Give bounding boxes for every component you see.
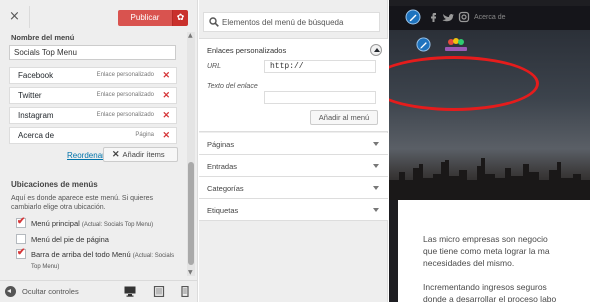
menu-item[interactable]: Acerca de Página ✕ — [9, 127, 177, 144]
menu-item[interactable]: Twitter Enlace personalizado ✕ — [9, 87, 177, 104]
menu-locations-description: Aquí es donde aparece este menú. Si quie… — [11, 195, 154, 211]
menu-item[interactable]: Instagram Enlace personalizado ✕ — [9, 107, 177, 124]
menu-item[interactable]: Facebook Enlace personalizado ✕ — [9, 67, 177, 84]
about-link[interactable]: Acerca de — [474, 14, 506, 21]
paragraph-line: que tiene como meta lograr la ma — [423, 246, 550, 256]
site-logo[interactable] — [442, 37, 470, 53]
reorder-link[interactable]: Reordenar — [67, 151, 105, 160]
menu-item-type: Página — [135, 132, 154, 138]
link-text-label: Texto del enlace — [207, 83, 258, 90]
paragraph-line: necesidades del mismo. — [423, 258, 515, 268]
paragraph-line: Incrementando ingresos seguros — [423, 282, 547, 292]
remove-icon[interactable]: ✕ — [162, 110, 170, 121]
paragraph-line: Las micro empresas son negocio — [423, 234, 548, 244]
checkmark-icon: ✔ — [17, 216, 26, 227]
hero-banner — [389, 30, 590, 200]
section-categories[interactable]: Categorías — [199, 177, 388, 199]
url-field[interactable] — [264, 60, 376, 73]
paragraph-line: donde a desarrollar el proceso labo — [423, 294, 557, 302]
edit-shortcut-icon[interactable] — [405, 9, 421, 25]
scrollbar-thumb[interactable] — [188, 162, 194, 265]
custom-links-title[interactable]: Enlaces personalizados — [207, 46, 286, 55]
add-items-button[interactable]: ✕ Añadir ítems — [103, 147, 178, 162]
close-icon: × — [9, 9, 20, 24]
tablet-icon[interactable] — [153, 286, 165, 297]
url-label: URL — [207, 63, 222, 70]
custom-links-section: Enlaces personalizados URL Texto del enl… — [199, 38, 388, 132]
location-current: (Actual: Socials Top Menu) — [81, 222, 154, 228]
menu-item-search[interactable] — [203, 12, 380, 32]
panel-header: × Publicar ✿ — [0, 4, 197, 28]
close-icon: ✕ — [112, 149, 120, 159]
menu-item-title: Twitter — [18, 91, 42, 100]
location-label: Barra de arriba del todo Menú — [31, 250, 131, 259]
content-card: Las micro empresas son negocio que tiene… — [398, 200, 590, 302]
menu-settings: Nombre del menú Socials Top Menu Faceboo… — [0, 30, 186, 278]
add-to-menu-button[interactable]: Añadir al menú — [310, 110, 378, 125]
collapse-arrow-icon[interactable] — [5, 286, 16, 297]
menu-locations-title: Ubicaciones de menús — [11, 180, 98, 189]
remove-icon[interactable]: ✕ — [162, 70, 170, 81]
desktop-icon[interactable] — [124, 286, 136, 297]
publish-settings-button[interactable]: ✿ — [172, 10, 188, 26]
facebook-icon[interactable] — [427, 11, 439, 23]
publish-button[interactable]: Publicar — [118, 10, 172, 26]
search-input[interactable] — [222, 13, 377, 31]
remove-icon[interactable]: ✕ — [162, 90, 170, 101]
mobile-icon[interactable] — [179, 286, 191, 297]
checkbox[interactable]: ✔ — [16, 247, 26, 259]
close-customizer-button[interactable]: × — [0, 6, 30, 28]
remove-icon[interactable]: ✕ — [162, 130, 170, 141]
section-label: Categorías — [207, 184, 244, 193]
checkbox[interactable]: ✔ — [16, 216, 26, 228]
content-paragraph: Las micro empresas son negocio que tiene… — [423, 233, 590, 269]
link-text-field[interactable] — [264, 91, 376, 104]
chevron-up-icon[interactable] — [370, 44, 382, 56]
menu-name-label: Nombre del menú — [11, 33, 75, 42]
scroll-up-icon[interactable]: ▲ — [188, 32, 193, 39]
menu-name-field[interactable]: Socials Top Menu — [9, 45, 176, 60]
search-icon — [209, 17, 219, 27]
chevron-down-icon — [373, 164, 379, 168]
panel-scrollbar[interactable]: ▲ ▼ — [187, 32, 195, 276]
gear-icon: ✿ — [176, 13, 185, 23]
content-paragraph: Incrementando ingresos seguros donde a d… — [423, 281, 590, 302]
edit-shortcut-icon[interactable] — [416, 37, 431, 52]
checkmark-icon: ✔ — [17, 247, 26, 258]
chevron-down-icon — [373, 186, 379, 190]
section-label: Páginas — [207, 140, 235, 149]
instagram-icon[interactable] — [458, 11, 470, 23]
add-items-label: Añadir ítems — [122, 150, 165, 159]
customizer-menu-panel: × Publicar ✿ Nombre del menú Socials Top… — [0, 0, 198, 302]
scroll-down-icon[interactable]: ▼ — [188, 269, 193, 276]
menu-item-title: Instagram — [18, 111, 54, 120]
section-tags[interactable]: Etiquetas — [199, 199, 388, 221]
section-posts[interactable]: Entradas — [199, 155, 388, 177]
city-skyline — [389, 158, 590, 200]
chevron-down-icon — [373, 142, 379, 146]
location-label: Menú principal — [31, 219, 80, 228]
section-label: Etiquetas — [207, 206, 239, 215]
menu-item-title: Facebook — [18, 71, 54, 80]
menu-item-type: Enlace personalizado — [96, 92, 154, 98]
checkbox[interactable] — [16, 234, 26, 244]
customizer-footer: Ocultar controles — [0, 280, 197, 302]
chevron-down-icon — [373, 208, 379, 212]
section-pages[interactable]: Páginas — [199, 133, 388, 155]
section-label: Entradas — [207, 162, 238, 171]
menu-item-title: Acerca de — [18, 131, 55, 140]
location-label: Menú del pie de página — [31, 235, 109, 244]
menu-item-type: Enlace personalizado — [96, 112, 154, 118]
site-preview: Acerca de Las micro empresas son negocio… — [389, 0, 590, 302]
preview-top-bar: Acerca de — [389, 6, 590, 30]
menu-item-type: Enlace personalizado — [96, 72, 154, 78]
available-menu-items-panel: Enlaces personalizados URL Texto del enl… — [199, 0, 388, 302]
twitter-icon[interactable] — [442, 11, 454, 23]
hide-controls-label[interactable]: Ocultar controles — [22, 287, 79, 296]
